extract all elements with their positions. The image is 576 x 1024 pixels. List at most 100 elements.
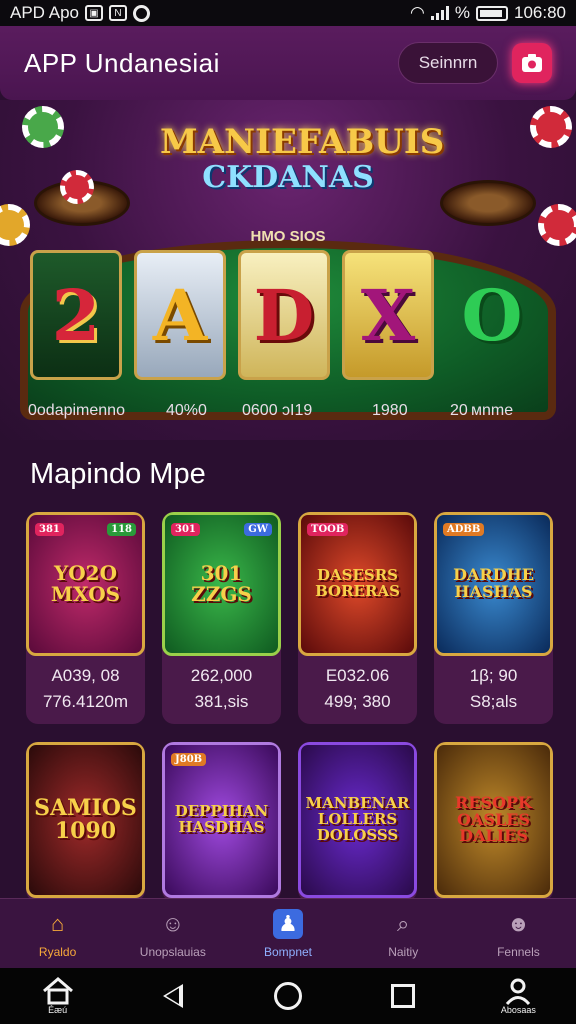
game-art-title: DASESRS BORERAS [315,566,400,600]
clock: 106:80 [514,3,566,22]
game-art-title: SAMIOS 1090 [34,794,137,844]
game-tag: ADBB [443,523,485,536]
game-card[interactable]: SAMIOS 1090 [26,742,145,902]
poker-chip-icon [22,106,64,148]
system-home-shortcut[interactable]: Éæú [33,971,83,1021]
game-stat-line: Е032.06 [325,666,390,685]
battery-icon [476,5,508,21]
game-thumbnail: J80B DEPPIHAN HASDHAS [162,742,281,898]
camera-button[interactable] [512,43,552,83]
recents-button[interactable] [378,971,428,1021]
section-title: Mapindo Mpe [30,458,206,490]
nav-item-label: Bompnet [263,944,313,959]
back-button[interactable] [148,971,198,1021]
search-icon: ⌕ [397,910,410,936]
game-stat-line: А039, 08 [51,666,120,685]
hero-stat: 40%0 [166,402,207,419]
house-icon [42,977,73,1005]
camera-icon [522,54,542,72]
nav-item-promotions[interactable]: ☺ Unopslauias [115,899,230,968]
image-notification-icon: ▣ [85,5,103,21]
game-stat-line: 776.4120m [42,692,129,711]
person-icon [506,978,531,1005]
hero-logo: MANIEFABUIS CKDANAS [160,122,445,195]
game-stat-line: 1β; 90 [469,666,518,685]
signal-icon [430,6,449,20]
poker-chip-icon [0,204,30,246]
hero-stats: 0odapimenno 40%0 0600 ɔI19 1980 20 мnme [0,396,576,426]
home-button[interactable] [263,971,313,1021]
game-tag: 301 [171,523,200,536]
game-art-title: 301 ZZGS [191,561,252,606]
game-tag: 381 [35,523,64,536]
game-tag: TOOB [307,523,349,536]
game-stat-line: 262,000 [190,666,253,685]
app-title: APP Undanesiai [24,47,220,78]
game-thumbnail: ADBB DARDHE HASHAS [434,512,553,656]
nav-item-label: Ryaldo [38,944,77,959]
recents-icon [391,984,416,1008]
hero-logo-line2: CKDANAS [202,160,374,195]
wifi-icon: ◠ [410,3,425,22]
game-stat-line: 381,sis [194,692,249,711]
slot-reel: D [238,250,330,380]
game-card[interactable]: TOOB DASESRS BORERAS Е032.06 499; 380 [298,512,417,724]
profile-icon: ☻ [506,910,530,936]
nav-item-label: Unopslauias [139,944,206,959]
sync-notification-icon [133,4,150,22]
nav-item-profile[interactable]: ☻ Fennels [461,899,576,968]
hero-stat: 0odapimenno [28,402,125,419]
nav-item-home[interactable]: ⌂ Ryaldo [0,899,115,968]
game-thumbnail: 381 118 YO2O MXOS [26,512,145,656]
game-grid: 381 118 YO2O MXOS А039, 08 776.4120m 301… [26,512,556,902]
system-navigation: Éæú Abosaas [0,968,576,1024]
game-tag: GW [244,523,272,536]
game-thumbnail: RESOPK OASLES DALIES [434,742,553,898]
system-right-label: Abosaas [500,1005,536,1015]
poker-chip-icon [60,170,94,204]
game-card[interactable]: 301 GW 301 ZZGS 262,000 381,sis [162,512,281,724]
slot-reel: 2 [30,250,122,380]
roulette-wheel-right [440,180,536,226]
hero-stat: 1980 [372,402,408,419]
game-thumbnail: 301 GW 301 ZZGS [162,512,281,656]
game-card[interactable]: J80B DEPPIHAN HASDHAS [162,742,281,902]
game-card[interactable]: RESOPK OASLES DALIES [434,742,553,902]
slot-reel: X [342,250,434,380]
nav-item-search[interactable]: ⌕ Naitiy [346,899,461,968]
battery-percent-text: % [454,3,470,22]
n-notification-icon: N [109,5,127,21]
game-art-title: RESOPK OASLES DALIES [455,792,532,846]
game-thumbnail: SAMIOS 1090 [26,742,145,898]
game-art-title: MANBENAR LOLLERS DOLOSSS [305,794,410,844]
slot-reels: 2 A D X O [30,250,546,380]
hero-logo-line1: MANIEFABUIS [160,122,445,162]
home-circle-icon [273,982,302,1010]
poker-chip-icon [538,204,576,246]
game-thumbnail: MANBENAR LOLLERS DOLOSSS [298,742,417,898]
game-card[interactable]: MANBENAR LOLLERS DOLOSSS [298,742,417,902]
hero-banner[interactable]: MANIEFABUIS CKDANAS HMO SIOS 2 A D X O 0… [0,100,576,440]
game-stat-line: S8;als [469,692,518,711]
hero-subtitle: HMO SIOS [250,228,326,245]
hero-stat: 0600 ɔI19 [242,402,313,419]
game-stat-line: 499; 380 [324,692,391,711]
nav-item-label: Fennels [497,944,540,959]
home-icon: ⌂ [50,910,65,936]
game-card[interactable]: 381 118 YO2O MXOS А039, 08 776.4120m [26,512,145,724]
signin-button[interactable]: Seinnrn [398,42,498,84]
system-left-label: Éæú [48,1005,68,1015]
game-art-title: YO2O MXOS [50,561,121,606]
game-thumbnail: TOOB DASESRS BORERAS [298,512,417,656]
app-header: APP Undanesiai Seinnrn [0,26,576,100]
slot-reel: A [134,250,226,380]
system-account-shortcut[interactable]: Abosaas [493,971,543,1021]
game-tag: J80B [171,753,207,766]
nav-item-games[interactable]: ♟ Bompnet [230,899,345,968]
status-left-text: APD Apo [10,3,79,22]
game-art-title: DARDHE HASHAS [453,565,534,601]
status-bar: APD Apo ▣ N ◠ % 106:80 [0,0,576,26]
game-card[interactable]: ADBB DARDHE HASHAS 1β; 90 S8;als [434,512,553,724]
game-tag: 118 [107,523,136,536]
poker-chip-icon [530,106,572,148]
